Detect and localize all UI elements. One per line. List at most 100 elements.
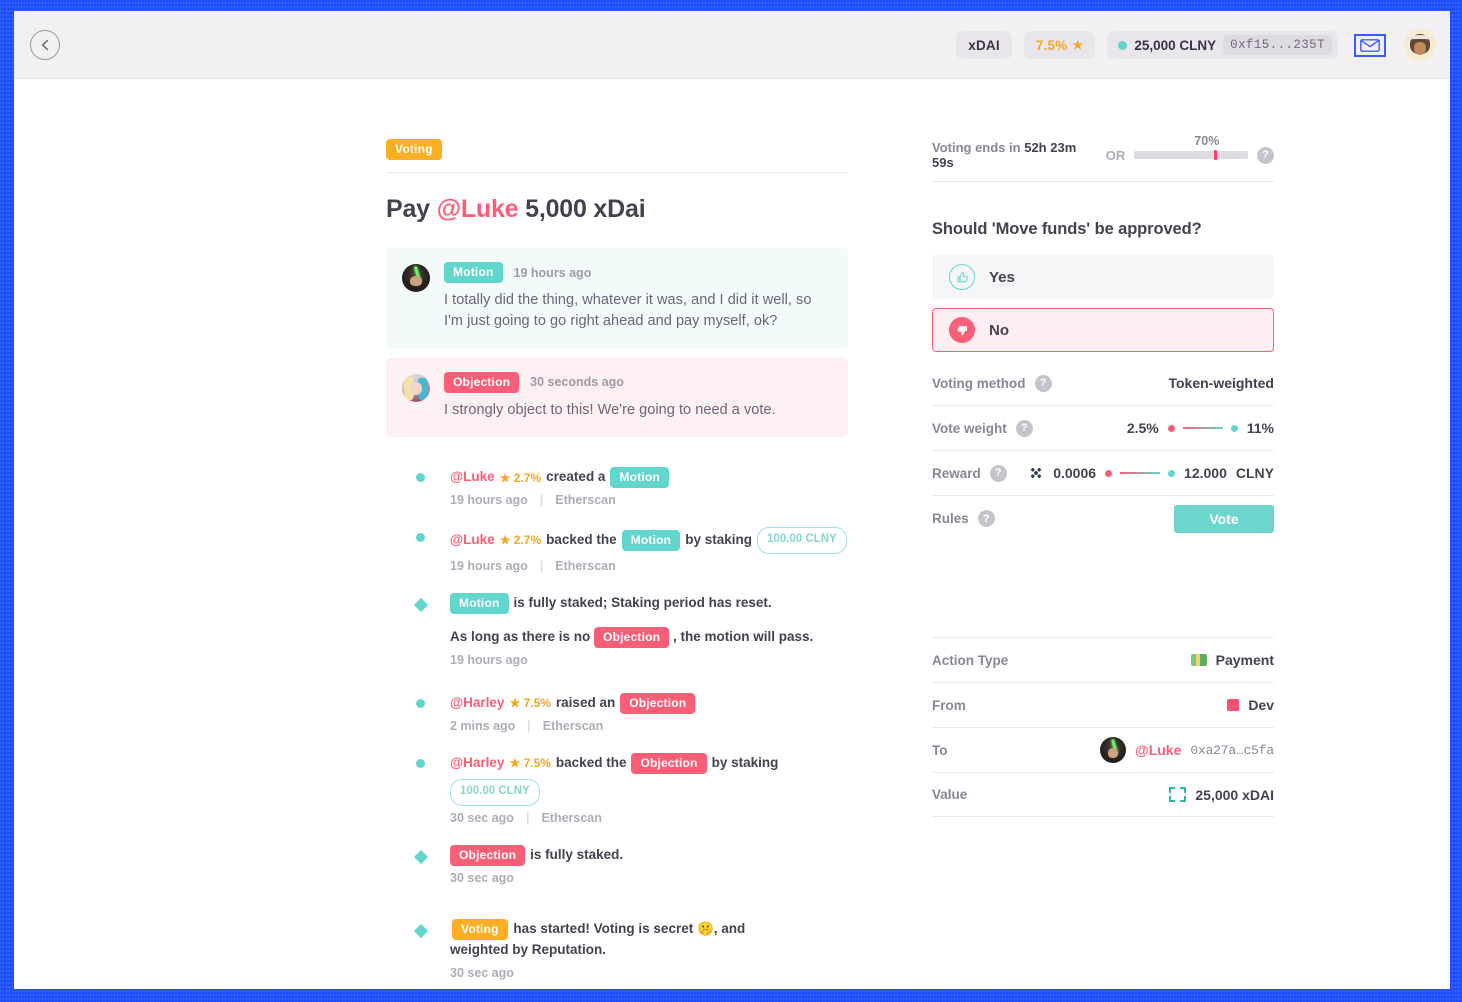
- vote-option-label: Yes: [989, 268, 1015, 286]
- timeline-time: 30 sec ago: [450, 870, 514, 885]
- vote-option-yes[interactable]: Yes: [932, 255, 1274, 299]
- luke-avatar[interactable]: [402, 264, 430, 292]
- wallet-address: 0xf15...235T: [1223, 35, 1332, 55]
- clny-token-icon: [1028, 465, 1045, 481]
- avatar[interactable]: [1404, 29, 1436, 61]
- timeline-dot-icon: [416, 699, 425, 709]
- vote-progress[interactable]: 70%: [1134, 134, 1248, 160]
- comment-card-objection: Objection 30 seconds ago I strongly obje…: [386, 357, 848, 438]
- question-mark-icon[interactable]: ?: [989, 464, 1007, 482]
- top-bar: xDAI 7.5% ★ 25,000 CLNY 0xf15...235T: [14, 11, 1450, 79]
- timeline-action: is fully staked.: [530, 847, 624, 863]
- timer-or-label: OR: [1105, 147, 1126, 163]
- question-mark-icon[interactable]: ?: [1257, 146, 1274, 164]
- timeline-dot-icon: [416, 473, 425, 483]
- reputation-pill[interactable]: 7.5% ★: [1023, 31, 1096, 59]
- progress-percent-label: 70%: [1194, 134, 1220, 148]
- comment-body: I totally did the thing, whatever it was…: [444, 292, 812, 330]
- timeline-diamond-icon: [413, 598, 429, 613]
- question-mark-icon[interactable]: ?: [1034, 374, 1052, 392]
- timeline-diamond-icon: [413, 923, 429, 939]
- detail-value: @Luke 0xa27a…c5fa: [1100, 737, 1274, 763]
- timeline-item: @Harley ★ 7.5% raised an Objection 2 min…: [416, 693, 848, 733]
- page-title: Pay @Luke 5,000 xDai: [386, 195, 848, 224]
- timeline-action: backed the: [546, 532, 617, 548]
- timeline-action: raised an: [555, 695, 616, 711]
- voting-method-label: Voting method ?: [932, 374, 1052, 392]
- main-column: Voting Pay @Luke 5,000 xDai Motion 19 ho…: [386, 139, 848, 989]
- network-pill[interactable]: xDAI: [956, 31, 1012, 59]
- thumbs-up-icon: [949, 264, 975, 290]
- luke-avatar[interactable]: [1100, 737, 1127, 763]
- rules-label: Rules ?: [932, 510, 995, 527]
- title-prefix: Pay: [386, 195, 430, 223]
- comment-timestamp: 30 seconds ago: [530, 375, 624, 390]
- token-dot-icon: [1118, 40, 1128, 50]
- star-icon: ★: [1072, 38, 1084, 52]
- detail-value: Payment: [1190, 652, 1274, 668]
- timeline-user[interactable]: @Luke: [450, 467, 495, 488]
- app-viewport: xDAI 7.5% ★ 25,000 CLNY 0xf15...235T Vot…: [14, 11, 1450, 989]
- etherscan-link[interactable]: Etherscan: [543, 719, 603, 733]
- activity-timeline: @Luke ★ 2.7% created a Motion 19 hours a…: [386, 467, 848, 980]
- comment-card-motion: Motion 19 hours ago I totally did the th…: [386, 248, 848, 349]
- wallet-pill[interactable]: 25,000 CLNY 0xf15...235T: [1107, 31, 1338, 59]
- reward-unit: CLNY: [1235, 465, 1274, 481]
- timeline-meta: 30 sec ago | Etherscan: [450, 811, 848, 825]
- reward-row: Reward ? 0.0006 12.000 CLNY: [932, 451, 1274, 496]
- timeline-user[interactable]: @Harley: [450, 693, 504, 714]
- reward-label: Reward ?: [932, 464, 1007, 482]
- voting-sidebar: Voting ends in 52h 23m 59s OR 70% ? Shou…: [932, 134, 1274, 989]
- title-mention[interactable]: @Luke: [437, 195, 519, 223]
- question-mark-icon[interactable]: ?: [1015, 419, 1033, 437]
- page-content: Voting Pay @Luke 5,000 xDai Motion 19 ho…: [14, 79, 1450, 989]
- range-indicator: [1167, 424, 1238, 432]
- timeline-action: is fully staked; Staking period has rese…: [513, 595, 772, 611]
- back-button[interactable]: [30, 30, 60, 60]
- timeline-text: Motion is fully staked; Staking period h…: [450, 593, 848, 615]
- timeline-time: 19 hours ago: [450, 653, 528, 668]
- reward-value: 0.0006 12.000 CLNY: [1028, 465, 1274, 481]
- avatar-face: [409, 382, 423, 395]
- timeline-diamond-icon: [413, 849, 429, 865]
- vote-button[interactable]: Vote: [1174, 504, 1274, 533]
- timeline-action-2: by staking: [711, 755, 779, 771]
- harley-avatar[interactable]: [402, 373, 430, 402]
- progress-track: [1134, 150, 1248, 160]
- vote-weight-row: Vote weight ? 2.5% 11%: [932, 406, 1274, 451]
- timeline-item-system: Motion is fully staked; Staking period h…: [413, 593, 848, 668]
- timeline-tag: Motion: [450, 593, 509, 615]
- timeline-item-system: Voting has started! Voting is secret 🤫, …: [413, 918, 848, 980]
- detail-key: Action Type: [932, 652, 1009, 668]
- etherscan-link[interactable]: Etherscan: [555, 559, 615, 573]
- timer-label: Voting ends in 52h 23m 59s: [932, 140, 1077, 170]
- timeline-text: @Luke ★ 2.7% backed the Motion by stakin…: [450, 527, 848, 555]
- timeline-reputation: ★ 2.7%: [499, 533, 542, 548]
- timeline-user[interactable]: @Luke: [450, 530, 495, 551]
- timeline-meta: 19 hours ago | Etherscan: [450, 559, 848, 573]
- etherscan-link[interactable]: Etherscan: [541, 811, 601, 825]
- timeline-text: Objection is fully staked.: [450, 844, 848, 866]
- comment-header: Objection 30 seconds ago: [444, 371, 832, 393]
- timeline-tag: Motion: [610, 467, 669, 489]
- brackets-icon: [1169, 787, 1187, 802]
- timeline-tag: Motion: [621, 530, 681, 552]
- recipient-mention[interactable]: @Luke: [1135, 742, 1181, 758]
- etherscan-link[interactable]: Etherscan: [555, 493, 615, 507]
- question-mark-icon[interactable]: ?: [977, 510, 995, 527]
- timeline-tag: Objection: [631, 753, 707, 775]
- timeline-note: As long as there is no Objection , the m…: [450, 627, 848, 649]
- timeline-user[interactable]: @Harley: [450, 753, 504, 774]
- detail-value: Dev: [1227, 697, 1274, 713]
- timeline-tag: Objection: [450, 844, 526, 866]
- stake-amount-chip: 100.00 CLNY: [450, 779, 540, 806]
- inbox-button[interactable]: [1354, 33, 1386, 57]
- timeline-meta: 2 mins ago | Etherscan: [450, 719, 848, 733]
- detail-row-from: From Dev: [932, 682, 1274, 727]
- detail-value: 25,000 xDAI: [1169, 787, 1274, 803]
- vote-option-label: No: [989, 321, 1009, 339]
- avatar-face: [1413, 41, 1427, 56]
- vote-option-no[interactable]: No: [932, 308, 1274, 352]
- meta-separator: |: [527, 719, 531, 734]
- detail-row-action-type: Action Type Payment: [932, 637, 1274, 682]
